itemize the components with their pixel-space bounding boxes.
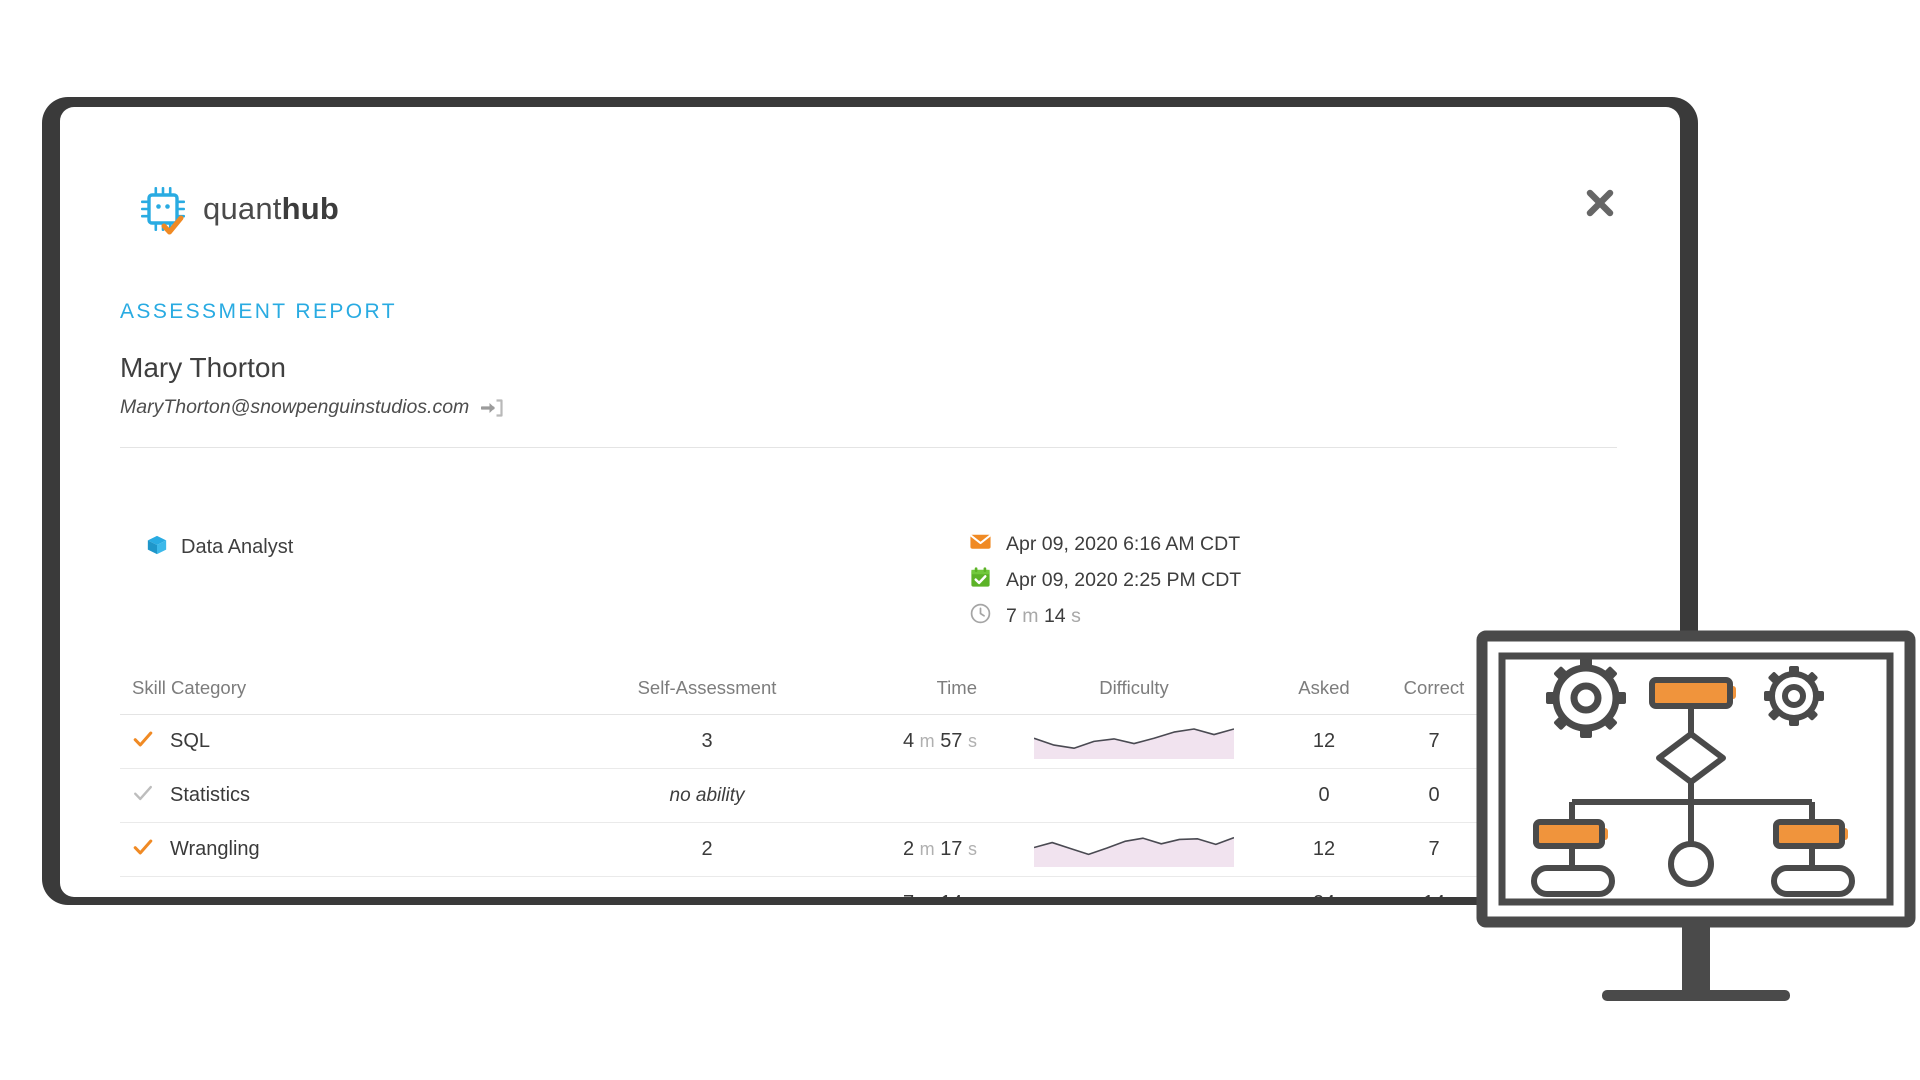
assessment-dates: Apr 09, 2020 6:16 AM CDT Apr 09, 2020 2:… (969, 526, 1241, 634)
cell-correct: 0 (1379, 768, 1489, 823)
total-time-minutes: 7 (903, 892, 914, 897)
skills-table: Skill Category Self-Assessment Time Diff… (120, 662, 1680, 897)
table-row[interactable]: Wrangling 2 2 m 17 s 12 7 (120, 822, 1680, 877)
assessment-meta: Data Analyst Apr 09, 2020 6:16 AM CDT Ap… (120, 472, 1617, 627)
cell-total-time: 7 m 14 s (812, 877, 999, 897)
cell-asked: 0 (1269, 768, 1379, 823)
cell-time (812, 768, 999, 823)
chip-check-icon (136, 182, 190, 236)
cell-difficulty (999, 822, 1269, 877)
cell-asked: 12 (1269, 822, 1379, 877)
flowchart-monitor-illustration (1476, 630, 1916, 1030)
skill-name: SQL (170, 730, 211, 752)
duration-minutes-unit: m (1022, 604, 1039, 627)
cell-asked: 12 (1269, 714, 1379, 769)
skills-table-head: Skill Category Self-Assessment Time Diff… (120, 662, 1680, 715)
cell-skill-category: Statistics (120, 768, 602, 823)
candidate-name: Mary Thorton (120, 352, 286, 383)
column-header-time[interactable]: Time (812, 662, 999, 715)
time-minutes: 4 (902, 730, 915, 752)
cell-skill-category: Wrangling (120, 822, 602, 877)
table-totals-row: 7 m 14 s 24 14 10 (120, 877, 1680, 898)
total-time-seconds: 14 (940, 892, 962, 897)
cube-icon (146, 534, 168, 561)
cell-self-assessment: no ability (602, 768, 812, 823)
time-seconds: 57 (940, 730, 963, 752)
cell-total-correct: 14 (1379, 877, 1489, 897)
skills-table-body: SQL 3 4 m 57 s 12 7 Statistics no abilit… (120, 714, 1680, 898)
duration-row: 7 m 14 s (969, 598, 1241, 634)
difficulty-sparkline (1034, 833, 1234, 867)
cell-totals-spacer (120, 877, 602, 898)
clock-icon (969, 602, 992, 630)
envelope-icon (969, 530, 992, 558)
candidate-email-row: MaryThorton@snowpenguinstudios.com (120, 396, 503, 419)
skill-name: Wrangling (170, 838, 260, 860)
time-minutes-unit: m (919, 731, 935, 751)
role-label: Data Analyst (181, 536, 294, 558)
device-screen: quanthub ASSESSMENT REPORT Mary Thorton (60, 107, 1680, 897)
total-time-minutes-unit: m (920, 893, 935, 897)
duration-minutes: 7 (1006, 604, 1017, 627)
calendar-check-icon (969, 566, 992, 594)
sparkline-area (1034, 837, 1234, 867)
cell-difficulty (999, 768, 1269, 823)
duration-value: 7 m 14 s (1006, 605, 1081, 628)
brand-wordmark: quanthub (203, 191, 339, 227)
total-time-seconds-unit: s (968, 893, 977, 897)
no-ability-label: no ability (669, 785, 745, 806)
page-title: ASSESSMENT REPORT (120, 300, 397, 323)
time-minutes-unit: m (919, 839, 935, 859)
cell-totals-spacer-3 (999, 877, 1269, 898)
duration-seconds: 14 (1043, 604, 1066, 627)
role-row: Data Analyst (146, 534, 293, 561)
brand-name-light: quant (203, 191, 282, 226)
column-header-skill-category[interactable]: Skill Category (120, 662, 602, 715)
sign-in-icon[interactable] (481, 397, 503, 419)
time-minutes: 2 (902, 838, 915, 860)
close-icon (1582, 185, 1618, 226)
time-seconds-unit: s (968, 731, 977, 751)
brand-name-bold: hub (281, 191, 339, 226)
check-icon (132, 728, 154, 756)
table-row[interactable]: Statistics no ability 0 0 0 (120, 768, 1680, 823)
completed-date-row: Apr 09, 2020 2:25 PM CDT (969, 562, 1241, 598)
check-icon (132, 782, 154, 810)
cell-correct: 7 (1379, 714, 1489, 769)
cell-difficulty (999, 714, 1269, 769)
skill-name: Statistics (170, 784, 251, 806)
check-icon (132, 836, 154, 864)
cell-total-asked: 24 (1269, 877, 1379, 897)
cell-self-assessment: 2 (602, 822, 812, 877)
cell-self-assessment: 3 (602, 714, 812, 769)
invited-date: Apr 09, 2020 6:16 AM CDT (1006, 532, 1241, 555)
invited-date-row: Apr 09, 2020 6:16 AM CDT (969, 526, 1241, 562)
column-header-difficulty[interactable]: Difficulty (999, 662, 1269, 715)
completed-date: Apr 09, 2020 2:25 PM CDT (1006, 568, 1242, 591)
brand-logo: quanthub (136, 182, 339, 236)
candidate-email: MaryThorton@snowpenguinstudios.com (120, 396, 470, 418)
cell-time: 4 m 57 s (812, 714, 999, 769)
table-header-row: Skill Category Self-Assessment Time Diff… (120, 662, 1680, 715)
cell-totals-spacer-2 (602, 877, 812, 898)
assessment-report-panel: quanthub ASSESSMENT REPORT Mary Thorton (60, 107, 1680, 897)
time-seconds-unit: s (968, 839, 977, 859)
screenshot-root: quanthub ASSESSMENT REPORT Mary Thorton (0, 0, 1920, 1080)
cell-skill-category: SQL (120, 714, 602, 769)
table-row[interactable]: SQL 3 4 m 57 s 12 7 (120, 714, 1680, 769)
header-divider (120, 447, 1617, 448)
time-seconds: 17 (940, 838, 963, 860)
cell-correct: 7 (1379, 822, 1489, 877)
difficulty-sparkline (1034, 725, 1234, 759)
column-header-self-assessment[interactable]: Self-Assessment (602, 662, 812, 715)
column-header-asked[interactable]: Asked (1269, 662, 1379, 715)
duration-seconds-unit: s (1071, 604, 1081, 627)
close-button[interactable] (1580, 185, 1620, 225)
column-header-correct[interactable]: Correct (1379, 662, 1489, 715)
cell-time: 2 m 17 s (812, 822, 999, 877)
